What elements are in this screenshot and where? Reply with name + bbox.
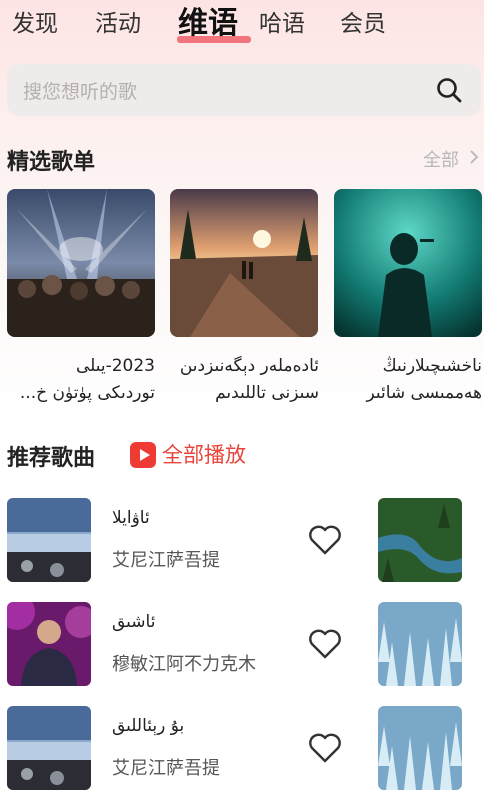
tab-uyghur[interactable]: 维语 — [178, 4, 238, 44]
heart-icon[interactable] — [307, 522, 343, 558]
songs-title: 推荐歌曲 — [7, 446, 96, 471]
playlist-cover-singer — [334, 189, 482, 337]
tab-discover[interactable]: 发现 — [12, 8, 58, 40]
song-row[interactable]: بۇ رېئاللىق 艾尼江萨吾提 — [0, 706, 484, 796]
song-artist: 艾尼江萨吾提 — [112, 758, 220, 779]
top-nav: 发现 活动 维语 哈语 会员 — [0, 0, 484, 52]
playlist-cover-sunset — [170, 189, 318, 337]
playlist-title: 2023-يىلى توردىكى پۈتۈن خ... — [19, 356, 155, 403]
song-row[interactable]: ئاۋايلا 艾尼江萨吾提 — [0, 498, 484, 588]
playlists-all-link[interactable]: 全部 — [423, 146, 459, 172]
search-placeholder: 搜您想听的歌 — [23, 81, 138, 103]
song-artist: 穆敏江阿不力克木 — [112, 654, 256, 675]
playlist-title: ناخشىچىلارنىڭ ھەممىسى شائىر — [366, 356, 482, 403]
playlists-title: 精选歌单 — [7, 150, 96, 175]
playlist-card[interactable] — [7, 189, 155, 337]
song-row[interactable]: ئاشىق 穆敏江阿不力克木 — [0, 602, 484, 692]
playlist-card[interactable] — [334, 189, 482, 337]
heart-icon[interactable] — [307, 730, 343, 766]
chevron-right-icon[interactable] — [468, 148, 480, 166]
song-name: ئاشىق — [112, 612, 156, 632]
song-artist: 艾尼江萨吾提 — [112, 550, 220, 571]
song-name: بۇ رېئاللىق — [112, 716, 185, 736]
song-name: ئاۋايلا — [112, 508, 150, 528]
tab-vip[interactable]: 会员 — [340, 8, 386, 40]
search-icon[interactable] — [435, 76, 463, 104]
playlist-card[interactable] — [170, 189, 318, 337]
play-all-label: 全部播放 — [162, 443, 246, 467]
song-cover — [378, 706, 462, 790]
tab-events[interactable]: 活动 — [95, 8, 141, 40]
play-icon — [130, 442, 156, 468]
search-bar[interactable]: 搜您想听的歌 — [7, 64, 481, 116]
playlist-title: ئادەملەر دېگەنىزدىن سىزنى تاللىدىم — [179, 356, 319, 403]
song-cover — [378, 498, 462, 582]
heart-icon[interactable] — [307, 626, 343, 662]
song-cover — [378, 602, 462, 686]
song-thumbnail — [7, 498, 91, 582]
song-thumbnail — [7, 706, 91, 790]
tab-kazakh[interactable]: 哈语 — [259, 8, 305, 40]
playlist-cover-concert — [7, 189, 155, 337]
song-thumbnail — [7, 602, 91, 686]
